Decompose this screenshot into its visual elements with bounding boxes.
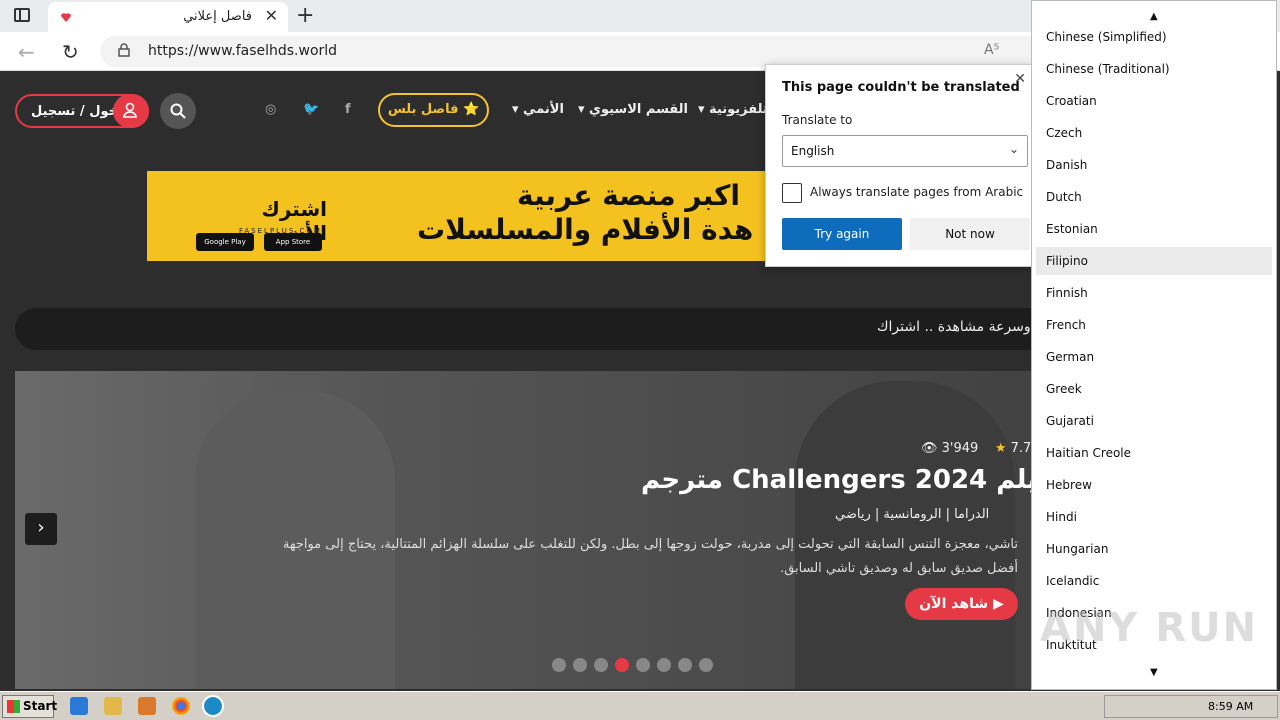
ticker-text: وسرعة مشاهدة .. اشتراك (877, 319, 1031, 335)
watch-now-button[interactable]: ▶ شاهد الآن (905, 588, 1018, 620)
site-favicon-icon (61, 13, 71, 22)
not-now-button[interactable]: Not now (910, 218, 1030, 250)
tab-actions-icon[interactable] (14, 8, 30, 22)
try-again-button[interactable]: Try again (782, 218, 902, 250)
close-icon[interactable]: ✕ (1014, 71, 1026, 87)
translate-error-title: This page couldn't be translated (782, 80, 1020, 95)
movie-description: تاشي، معجزة التنس السابقة التي تحولت إلى… (282, 537, 1018, 576)
language-option[interactable]: Danish (1036, 151, 1272, 179)
slider-dot[interactable] (594, 658, 608, 672)
facebook-icon[interactable]: f (345, 102, 351, 117)
rating-value: 7.7 (1010, 441, 1032, 456)
tab-title: فاصل إعلاني (183, 9, 252, 24)
new-tab-icon[interactable]: + (296, 3, 314, 28)
slider-prev-button[interactable]: › (25, 513, 57, 545)
slider-dot[interactable] (678, 658, 692, 672)
slider-dot[interactable] (636, 658, 650, 672)
login-register-button[interactable]: دخول / تسجيل (15, 94, 149, 128)
twitter-icon[interactable]: 🐦 (303, 102, 319, 117)
language-option[interactable]: Gujarati (1036, 407, 1272, 435)
url-text[interactable]: https://www.faselhds.world (148, 43, 337, 59)
taskbar: Start 8:59 AM (0, 691, 1280, 720)
edge-icon[interactable] (202, 695, 224, 717)
slider-dot[interactable] (657, 658, 671, 672)
scroll-up-icon[interactable]: ▲ (1150, 11, 1158, 22)
eye-icon: 👁 (921, 441, 938, 456)
language-option[interactable]: Icelandic (1036, 567, 1272, 595)
movie-title[interactable]: فيلم Challengers 2024 مترجم (641, 465, 1055, 495)
read-aloud-icon[interactable]: A⁵ (984, 42, 999, 58)
clock: 8:59 AM (1208, 700, 1254, 713)
start-button[interactable]: Start (2, 695, 58, 718)
chevron-down-icon: ⌄ (1008, 142, 1019, 156)
login-label: دخول / تسجيل (31, 104, 125, 119)
watermark-logo: ANY RUN (1040, 605, 1259, 651)
slider-dot[interactable] (699, 658, 713, 672)
slider-dot[interactable] (615, 658, 629, 672)
search-button[interactable] (160, 93, 196, 129)
language-dropdown-list[interactable]: ▲ ▼ Chinese (Simplified) Chinese (Traditi… (1031, 0, 1277, 690)
ie-icon[interactable] (70, 697, 88, 715)
chrome-icon[interactable] (172, 697, 190, 715)
star-icon: ★ (994, 441, 1007, 456)
close-tab-icon[interactable]: ✕ (265, 6, 278, 25)
language-option[interactable]: Hindi (1036, 503, 1272, 531)
language-option[interactable]: Greek (1036, 375, 1272, 403)
start-label: Start (23, 699, 58, 713)
app-store-badge: App Store (264, 233, 322, 251)
language-option[interactable]: Dutch (1036, 183, 1272, 211)
movie-genres[interactable]: الدراما | الرومانسية | رياضي (835, 507, 989, 522)
browser-tab[interactable]: فاصل إعلاني ✕ (48, 2, 288, 32)
language-option[interactable]: French (1036, 311, 1272, 339)
media-player-icon[interactable] (138, 697, 156, 715)
banner-headline: اكبر منصة عربية (517, 179, 741, 212)
rating-views: 👁 3'949 ★ 7.7 (921, 441, 1031, 456)
ad-banner[interactable]: اشترك الأن FASELPLUS.COM Google Play App… (147, 171, 767, 261)
language-option[interactable]: Hungarian (1036, 535, 1272, 563)
google-play-badge: Google Play (196, 233, 254, 251)
search-icon (170, 103, 186, 119)
address-bar[interactable]: https://www.faselhds.world A⁵ (100, 36, 1060, 67)
translate-to-label: Translate to (782, 113, 853, 127)
nav-anime[interactable]: الأنمي ▾ (512, 102, 564, 117)
translate-popup: This page couldn't be translated ✕ Trans… (765, 64, 1033, 267)
language-option[interactable]: Croatian (1036, 87, 1272, 115)
language-option[interactable]: Finnish (1036, 279, 1272, 307)
slider-dot[interactable] (573, 658, 587, 672)
language-option[interactable]: Haitian Creole (1036, 439, 1272, 467)
banner-subheadline: هدة الأفلام والمسلسلات (417, 213, 754, 246)
language-option[interactable]: Czech (1036, 119, 1272, 147)
user-icon (113, 94, 149, 128)
views-count: 3'949 (941, 441, 979, 456)
fasel-plus-button[interactable]: ⭐ فاصل بلس (378, 93, 489, 127)
language-option[interactable]: German (1036, 343, 1272, 371)
windows-logo-icon (7, 700, 20, 713)
language-option[interactable]: Filipino (1036, 247, 1272, 275)
always-translate-label: Always translate pages from Arabic (810, 185, 1024, 199)
selected-language: English (791, 144, 835, 158)
refresh-icon[interactable]: ↻ (62, 40, 79, 64)
language-option[interactable]: Hebrew (1036, 471, 1272, 499)
language-option[interactable]: Chinese (Traditional) (1036, 55, 1272, 83)
scroll-down-icon[interactable]: ▼ (1150, 667, 1158, 678)
always-translate-checkbox[interactable] (782, 183, 802, 203)
language-option[interactable]: Chinese (Simplified) (1036, 23, 1272, 51)
lock-icon (118, 43, 130, 57)
back-icon[interactable]: ← (18, 40, 35, 64)
explorer-icon[interactable] (104, 697, 122, 715)
language-option[interactable]: Estonian (1036, 215, 1272, 243)
instagram-icon[interactable]: ◎ (265, 102, 276, 117)
slider-dot[interactable] (552, 658, 566, 672)
nav-asian[interactable]: القسم الاسيوي ▾ (578, 102, 688, 117)
language-select[interactable]: English ⌄ (782, 135, 1028, 167)
